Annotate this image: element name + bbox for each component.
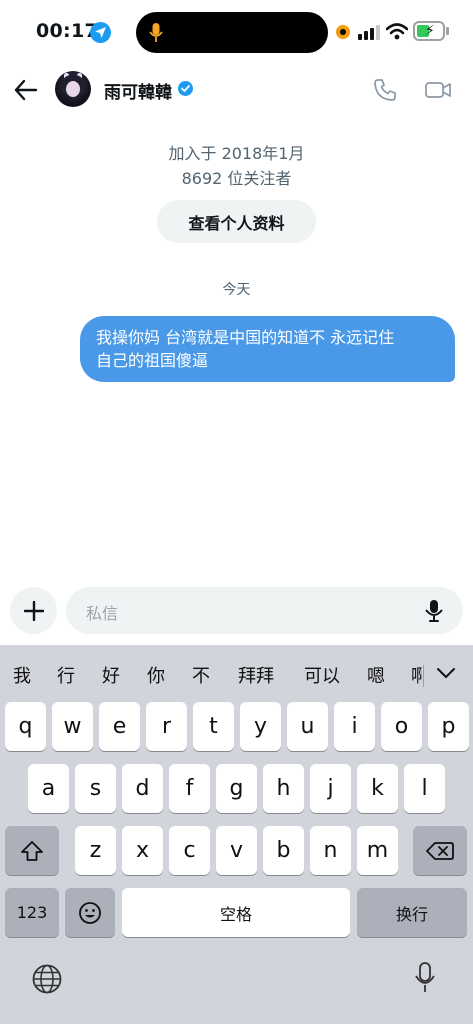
numbers-key[interactable]: 123 xyxy=(5,888,59,937)
key-n[interactable]: n xyxy=(310,826,351,875)
battery-cap xyxy=(446,27,449,35)
recording-indicator-icon xyxy=(336,25,350,39)
candidate-bar: 我 行 好 你 不 拜拜 可以 嗯 啊 xyxy=(0,645,473,699)
key-j[interactable]: j xyxy=(310,764,351,813)
key-d[interactable]: d xyxy=(122,764,163,813)
key-z[interactable]: z xyxy=(75,826,116,875)
key-p[interactable]: p xyxy=(428,702,469,751)
globe-icon[interactable] xyxy=(31,963,63,999)
battery-icon: ⚡ xyxy=(413,21,445,41)
joined-date: 加入于 2018年1月 xyxy=(168,144,305,163)
key-s[interactable]: s xyxy=(75,764,116,813)
date-separator: 今天 xyxy=(222,282,251,298)
key-r[interactable]: r xyxy=(146,702,187,751)
sent-message-bubble[interactable]: 我操你妈 台湾就是中国的知道不 永远记住 自己的祖国傻逼 xyxy=(80,316,455,382)
contact-name[interactable]: 雨可韓韓 xyxy=(104,78,172,103)
key-l[interactable]: l xyxy=(404,764,445,813)
message-input[interactable]: 私信 xyxy=(66,587,463,634)
view-profile-button[interactable]: 查看个人资料 xyxy=(157,200,316,243)
cellular-signal-icon xyxy=(358,24,380,44)
verified-badge-icon xyxy=(178,81,193,96)
space-key[interactable]: 空格 xyxy=(122,888,350,937)
candidate-word[interactable]: 行 xyxy=(57,662,75,688)
key-c[interactable]: c xyxy=(169,826,210,875)
candidate-word[interactable]: 拜拜 xyxy=(238,662,274,688)
candidate-word[interactable]: 我 xyxy=(13,662,31,688)
candidate-divider xyxy=(423,665,424,687)
key-q[interactable]: q xyxy=(5,702,46,751)
status-bar: 00:17 ⚡ xyxy=(0,0,473,64)
key-w[interactable]: w xyxy=(52,702,93,751)
key-e[interactable]: e xyxy=(99,702,140,751)
location-arrow-icon xyxy=(90,22,111,43)
voice-message-icon[interactable] xyxy=(424,599,444,627)
plus-icon xyxy=(23,600,44,621)
chevron-down-icon[interactable] xyxy=(436,665,456,684)
status-time: 00:17 xyxy=(36,20,98,42)
dictation-mic-icon[interactable] xyxy=(413,961,437,999)
shift-key[interactable] xyxy=(5,826,59,875)
phone-call-icon[interactable] xyxy=(372,77,398,103)
wifi-icon xyxy=(385,23,409,44)
key-f[interactable]: f xyxy=(169,764,210,813)
add-media-button[interactable] xyxy=(10,587,57,634)
follower-count: 8692 位关注者 xyxy=(181,169,292,188)
candidate-word[interactable]: 你 xyxy=(147,662,165,688)
key-v[interactable]: v xyxy=(216,826,257,875)
shift-icon xyxy=(21,840,43,861)
dynamic-island xyxy=(136,12,328,53)
emoji-key[interactable] xyxy=(65,888,115,937)
candidate-word[interactable]: 嗯 xyxy=(367,662,385,688)
microphone-in-use-icon xyxy=(149,22,163,48)
key-o[interactable]: o xyxy=(381,702,422,751)
keyboard: 我 行 好 你 不 拜拜 可以 嗯 啊 q w e r t y u i o p … xyxy=(0,645,473,1024)
candidate-word[interactable]: 啊 xyxy=(411,662,422,688)
key-h[interactable]: h xyxy=(263,764,304,813)
key-b[interactable]: b xyxy=(263,826,304,875)
key-t[interactable]: t xyxy=(193,702,234,751)
key-k[interactable]: k xyxy=(357,764,398,813)
backspace-icon xyxy=(426,841,454,860)
candidate-word[interactable]: 不 xyxy=(192,662,210,688)
candidate-word[interactable]: 可以 xyxy=(304,662,340,688)
video-call-icon[interactable] xyxy=(424,77,452,103)
message-line: 自己的祖国傻逼 xyxy=(96,351,209,370)
message-line: 我操你妈 台湾就是中国的知道不 永远记住 xyxy=(96,328,395,347)
emoji-icon xyxy=(79,901,101,924)
key-a[interactable]: a xyxy=(28,764,69,813)
conversation-header: 雨可韓韓 xyxy=(0,64,473,116)
key-g[interactable]: g xyxy=(216,764,257,813)
key-y[interactable]: y xyxy=(240,702,281,751)
candidate-word[interactable]: 好 xyxy=(102,662,120,688)
key-x[interactable]: x xyxy=(122,826,163,875)
key-m[interactable]: m xyxy=(357,826,398,875)
message-placeholder: 私信 xyxy=(86,604,119,623)
return-key[interactable]: 换行 xyxy=(357,888,467,937)
key-u[interactable]: u xyxy=(287,702,328,751)
back-arrow-icon[interactable] xyxy=(12,76,42,104)
key-i[interactable]: i xyxy=(334,702,375,751)
avatar[interactable] xyxy=(55,71,91,107)
backspace-key[interactable] xyxy=(413,826,467,875)
